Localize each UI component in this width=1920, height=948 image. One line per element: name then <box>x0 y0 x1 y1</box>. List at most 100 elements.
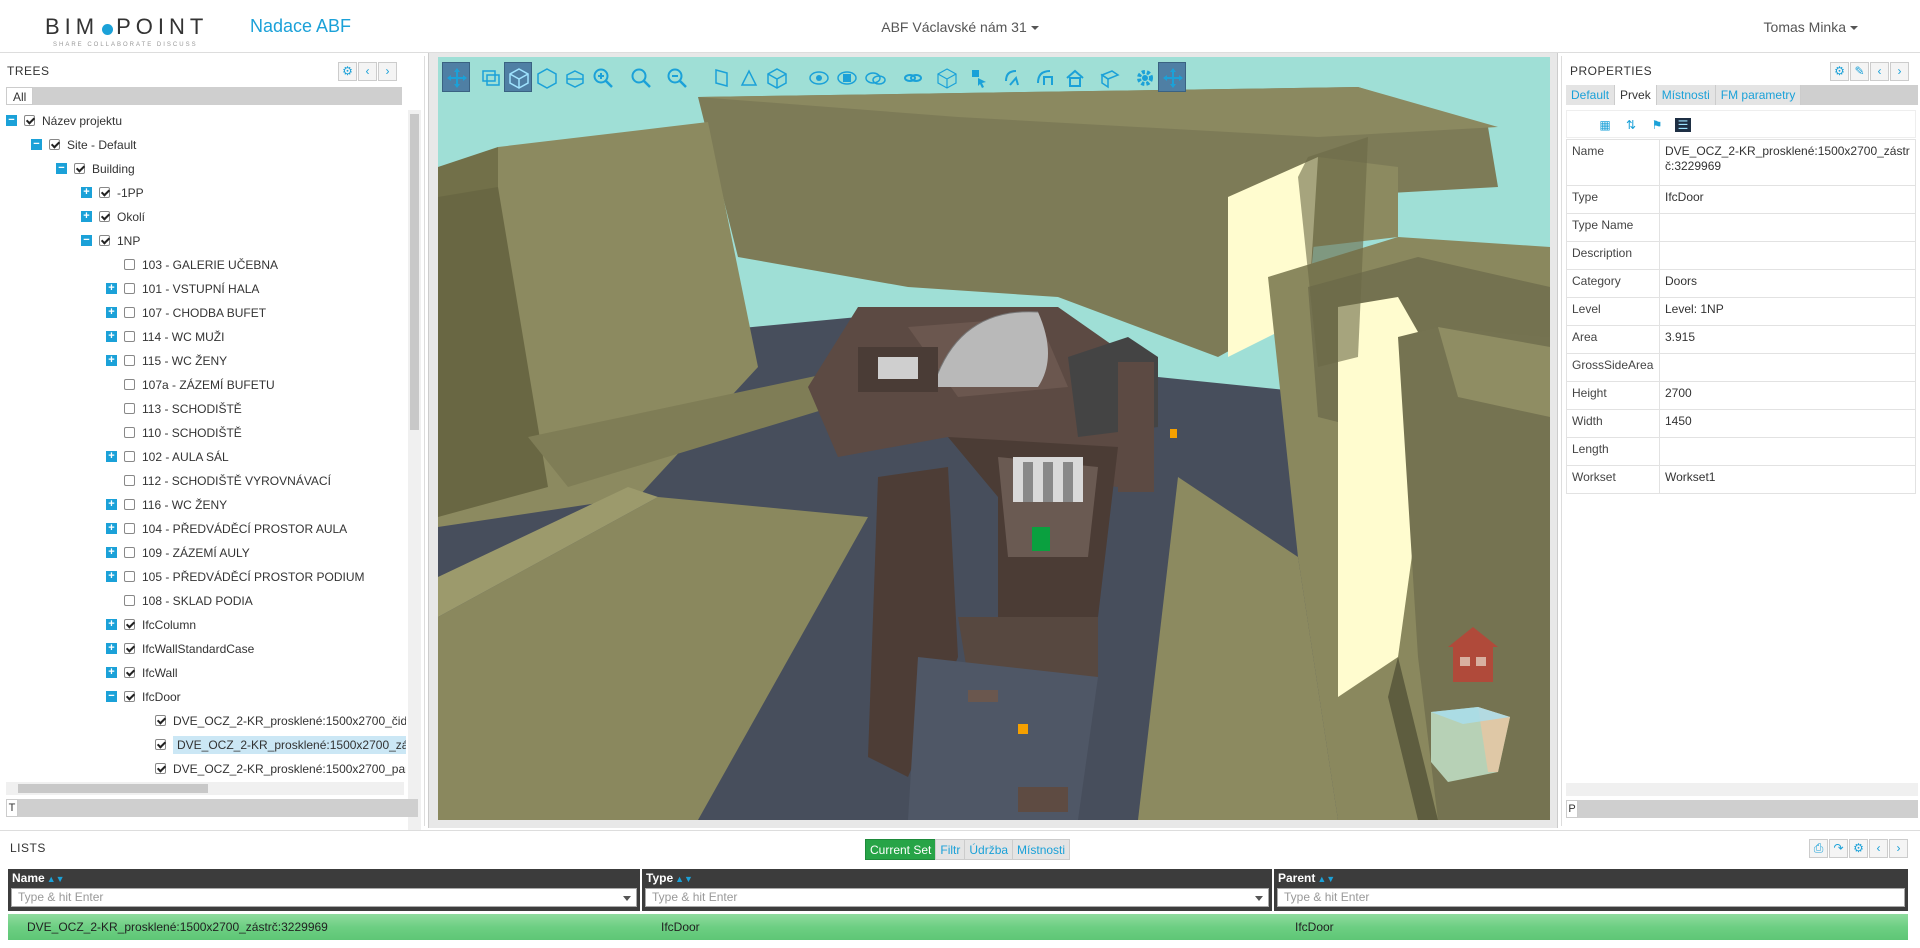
tree-node-checkbox[interactable] <box>155 763 166 775</box>
trees-horizontal-scrollbar[interactable] <box>6 782 404 795</box>
scrollbar-thumb[interactable] <box>18 784 208 793</box>
chevron-right-icon[interactable]: › <box>378 62 397 81</box>
tree-node[interactable]: 108 - SKLAD PODIA <box>124 590 253 610</box>
tag-icon[interactable]: ⚑ <box>1649 118 1665 132</box>
walk-button[interactable] <box>1030 62 1058 92</box>
checklist-icon[interactable]: ☰ <box>1675 118 1691 132</box>
tree-node-checkbox[interactable] <box>124 427 135 439</box>
expand-icon[interactable]: + <box>106 331 117 343</box>
tree-node[interactable]: + Okolí <box>81 206 145 226</box>
properties-footer-tab[interactable]: P <box>1566 800 1578 818</box>
tab-mistnosti[interactable]: Místnosti <box>1012 839 1071 860</box>
tree-node-checkbox[interactable] <box>155 715 166 727</box>
expand-icon[interactable]: + <box>106 283 117 295</box>
tree-node-checkbox[interactable] <box>155 739 166 751</box>
tree-node[interactable]: +105 - PŘEDVÁDĚCÍ PROSTOR PODIUM <box>106 566 365 586</box>
tree-node[interactable]: DVE_OCZ_2-KR_prosklené:1500x2700_zástrč <box>155 734 406 754</box>
chevron-right-icon[interactable]: › <box>1890 62 1909 81</box>
tree-node[interactable]: DVE_OCZ_2-KR_prosklené:1500x2700_čidlo: <box>155 710 406 730</box>
expand-icon[interactable]: + <box>81 211 92 223</box>
tree-node-checkbox[interactable] <box>124 547 135 559</box>
tree-node-checkbox[interactable] <box>49 139 60 151</box>
type-filter-input[interactable]: Type & hit Enter <box>645 888 1269 907</box>
collapse-icon[interactable]: − <box>106 691 117 703</box>
tree-node[interactable]: + -1PP <box>81 182 144 202</box>
expand-icon[interactable]: + <box>106 523 117 535</box>
sort-alpha-icon[interactable]: ⇅ <box>1623 118 1639 132</box>
tree-node-checkbox[interactable] <box>124 259 135 271</box>
user-menu[interactable]: Tomas Minka <box>1764 19 1858 35</box>
bimpoint-logo[interactable]: BIM POINT SHARE COLLABORATE DISCUSS <box>45 14 235 50</box>
tab-udrzba[interactable]: Údržba <box>964 839 1014 860</box>
tree-node-checkbox[interactable] <box>124 571 135 583</box>
tab-current-set[interactable]: Current Set <box>865 839 937 860</box>
perspective-cube-button[interactable] <box>504 62 532 92</box>
tree-node[interactable]: 112 - SCHODIŠTĚ VYROVNÁVACÍ <box>124 470 331 490</box>
tab-fm-parametry[interactable]: FM parametry <box>1715 85 1802 105</box>
collapse-icon[interactable]: − <box>31 139 42 151</box>
section-cube-button[interactable] <box>560 62 588 92</box>
export-icon[interactable]: ↷ <box>1829 839 1848 858</box>
print-icon[interactable]: ⎙ <box>1809 839 1828 858</box>
view-iso-button[interactable] <box>762 62 790 92</box>
gear-icon[interactable]: ⚙ <box>338 62 357 81</box>
tree-node-checkbox[interactable] <box>124 379 135 391</box>
tree-node-checkbox[interactable] <box>124 499 135 511</box>
layers-button[interactable] <box>476 62 504 92</box>
tree-node-checkbox[interactable] <box>124 283 135 295</box>
column-header-name[interactable]: Name ▲▼ <box>12 871 65 885</box>
expand-icon[interactable]: + <box>106 571 117 583</box>
expand-icon[interactable]: + <box>106 667 117 679</box>
scrollbar-thumb[interactable] <box>410 114 419 430</box>
column-header-type[interactable]: Type ▲▼ <box>646 871 693 885</box>
chevron-left-icon[interactable]: ‹ <box>1870 62 1889 81</box>
tree-node[interactable]: − 1NP <box>81 230 140 250</box>
expand-icon[interactable]: + <box>81 187 92 199</box>
tree-node[interactable]: +102 - AULA SÁL <box>106 446 229 466</box>
zoom-out-button[interactable] <box>662 62 690 92</box>
category-view-icon[interactable]: ▦ <box>1597 118 1613 132</box>
trees-footer-tab[interactable]: T <box>6 799 18 817</box>
gear-icon[interactable]: ⚙ <box>1849 839 1868 858</box>
parent-filter-input[interactable]: Type & hit Enter <box>1277 888 1905 907</box>
expand-icon[interactable]: + <box>106 451 117 463</box>
tree-node-checkbox[interactable] <box>99 235 110 247</box>
select-tool-button[interactable] <box>964 62 992 92</box>
tree-node[interactable]: +116 - WC ŽENY <box>106 494 227 514</box>
show-button[interactable] <box>804 62 832 92</box>
tree-node-checkbox[interactable] <box>124 691 135 703</box>
view-front-button[interactable] <box>706 62 734 92</box>
tree-node-checkbox[interactable] <box>99 211 110 223</box>
expand-icon[interactable]: + <box>106 643 117 655</box>
section-box-button[interactable] <box>1094 62 1122 92</box>
tree-node[interactable]: +107 - CHODBA BUFET <box>106 302 266 322</box>
tab-mistnosti[interactable]: Místnosti <box>1656 85 1716 105</box>
hide-button[interactable] <box>860 62 888 92</box>
tree-node-checkbox[interactable] <box>124 331 135 343</box>
tree-node[interactable]: 103 - GALERIE UČEBNA <box>124 254 278 274</box>
tree-node[interactable]: − Název projektu <box>6 110 122 130</box>
chevron-left-icon[interactable]: ‹ <box>1869 839 1888 858</box>
expand-icon[interactable]: + <box>106 619 117 631</box>
tab-default[interactable]: Default <box>1566 85 1616 105</box>
link-button[interactable] <box>898 62 926 92</box>
tab-prvek[interactable]: Prvek <box>1615 85 1657 105</box>
chevron-down-icon[interactable] <box>623 896 631 901</box>
zoom-in-button[interactable] <box>588 62 616 92</box>
table-row[interactable]: DVE_OCZ_2-KR_prosklené:1500x2700_zástrč:… <box>8 914 1908 940</box>
column-header-parent[interactable]: Parent ▲▼ <box>1278 871 1335 885</box>
tree-node-checkbox[interactable] <box>124 643 135 655</box>
orbit-button[interactable] <box>998 62 1026 92</box>
trees-vertical-scrollbar[interactable] <box>408 110 421 837</box>
wireframe-cube-button[interactable] <box>532 62 560 92</box>
expand-icon[interactable]: + <box>106 355 117 367</box>
collapse-icon[interactable]: − <box>81 235 92 247</box>
tree-node[interactable]: 107a - ZÁZEMÍ BUFETU <box>124 374 275 394</box>
tree-node-checkbox[interactable] <box>124 355 135 367</box>
tree-node-checkbox[interactable] <box>99 187 110 199</box>
tree-node-checkbox[interactable] <box>124 451 135 463</box>
tree-node-checkbox[interactable] <box>124 595 135 607</box>
tree-node[interactable]: + IfcWall <box>106 662 178 682</box>
tab-filtr[interactable]: Filtr <box>935 839 966 860</box>
view-side-button[interactable] <box>734 62 762 92</box>
